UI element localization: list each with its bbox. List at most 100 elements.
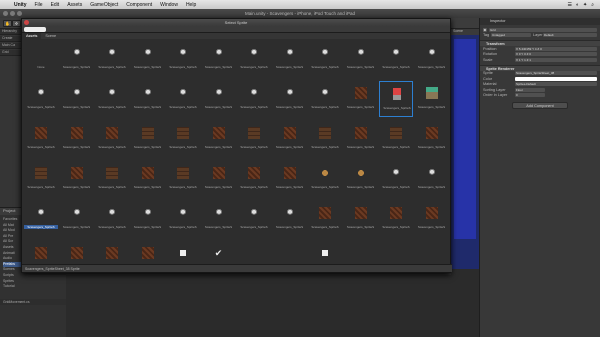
sprite-cell[interactable]: Scavengers_SpriteS [60, 81, 94, 117]
sprite-cell[interactable]: Scavengers_SpriteS [344, 41, 378, 77]
sprite-cell[interactable]: Scavengers_SpriteS [166, 121, 200, 157]
hierarchy-create[interactable]: Create [0, 36, 23, 42]
sprite-cell[interactable]: Scavengers_SpriteS [202, 121, 236, 157]
sprite-cell[interactable]: Scavengers_SpriteS [308, 81, 342, 117]
sprite-cell[interactable]: Scavengers_SpriteS [308, 161, 342, 197]
tab-scene[interactable]: Scene [41, 33, 60, 39]
sprite-cell[interactable]: Scavengers_SpriteS [379, 121, 413, 157]
sprite-cell[interactable]: Scavengers_SpriteS [60, 41, 94, 77]
sprite-cell[interactable]: Scavengers_SpriteS [273, 81, 307, 117]
sprite-cell[interactable]: Scavengers_SpriteS [237, 121, 271, 157]
sprite-cell[interactable]: Scavengers_SpriteS [24, 201, 58, 237]
tag-dropdown[interactable]: Untagged [491, 33, 531, 38]
close-icon[interactable] [24, 20, 29, 25]
sprite-cell[interactable]: Scavengers_SpriteS [95, 201, 129, 237]
sprite-cell[interactable]: Scavengers_SpriteS [308, 201, 342, 237]
status-icon-3[interactable]: ✦ [583, 2, 587, 8]
sprite-cell[interactable]: Scavengers_SpriteS [24, 161, 58, 197]
sprite-cell[interactable]: Scavengers_SpriteS [379, 41, 413, 77]
sprite-cell[interactable]: Scavengers_SpriteS [24, 121, 58, 157]
hand-tool-button[interactable]: ✋ [3, 20, 12, 27]
sprite-cell[interactable]: Scavengers_SpriteS [415, 41, 449, 77]
object-name-field[interactable]: Grid [489, 27, 597, 32]
sprite-cell[interactable]: Scavengers_SpriteS [415, 201, 449, 237]
sprite-cell[interactable]: Scavengers_SpriteS [131, 161, 165, 197]
sprite-cell[interactable]: Scavengers_SpriteS [131, 201, 165, 237]
sprite-cell[interactable]: Scavengers_SpriteS [415, 81, 449, 117]
sprite-field[interactable]: Scavengers_SpriteSheet_38 [515, 71, 597, 76]
sprite-cell[interactable]: Scavengers_SpriteS [95, 81, 129, 117]
sprite-cell[interactable]: Scavengers_SpriteS [273, 41, 307, 77]
search-input[interactable] [24, 27, 46, 32]
sprite-cell[interactable]: Scavengers_SpriteS [166, 81, 200, 117]
sprite-cell[interactable]: Scavengers_SpriteS [202, 81, 236, 117]
minimize-window-button[interactable] [10, 11, 15, 16]
sprite-cell[interactable]: Scavengers_SpriteS [273, 201, 307, 237]
sprite-cell[interactable]: Scavengers_SpriteS [202, 201, 236, 237]
tree-item[interactable]: Tutorial [3, 284, 66, 290]
rotation-field[interactable]: X 0 Y 0 Z 0 [515, 52, 597, 57]
move-tool-button[interactable]: ✥ [12, 20, 21, 27]
sprite-cell[interactable]: Scavengers_SpriteS [95, 41, 129, 77]
sprite-cell[interactable]: Scavengers_SpriteS [24, 81, 58, 117]
sprite-cell[interactable]: Scavengers_SpriteS [60, 121, 94, 157]
close-window-button[interactable] [3, 11, 8, 16]
layer-dropdown[interactable]: Default [543, 33, 597, 38]
sprite-cell[interactable]: Scavengers_SpriteS [95, 121, 129, 157]
sprite-cell[interactable]: Scavengers_SpriteS [308, 121, 342, 157]
status-icon-1[interactable]: ☰ [567, 2, 571, 8]
sprite-cell[interactable]: Scavengers_SpriteS [415, 121, 449, 157]
sprite-cell[interactable]: None [24, 41, 58, 77]
sprite-cell[interactable]: Scavengers_SpriteS [344, 121, 378, 157]
sorting-layer-dropdown[interactable]: Floor [515, 87, 545, 92]
sprite-cell[interactable]: Scavengers_SpriteS [273, 161, 307, 197]
sprite-cell[interactable]: Scavengers_SpriteS [344, 201, 378, 237]
menu-window[interactable]: Window [156, 2, 182, 8]
sprite-cell[interactable]: Scavengers_SpriteS [95, 161, 129, 197]
menu-file[interactable]: File [31, 2, 47, 8]
scene-tab[interactable]: Scene [451, 29, 479, 35]
hierarchy-item-grid[interactable]: Grid [0, 50, 23, 56]
hierarchy-tab[interactable]: Hierarchy [0, 29, 23, 35]
sprite-cell[interactable]: Scavengers_SpriteS [131, 81, 165, 117]
sprite-cell[interactable]: Scavengers_SpriteS [237, 41, 271, 77]
status-icon-2[interactable]: ◐ [576, 2, 579, 8]
color-swatch[interactable] [515, 76, 597, 81]
sprite-cell[interactable]: Scavengers_SpriteS [379, 201, 413, 237]
sprite-cell[interactable]: Scavengers_SpriteS [344, 81, 378, 117]
sprite-cell[interactable]: Scavengers_SpriteS [131, 121, 165, 157]
tab-assets[interactable]: Assets [22, 33, 42, 39]
sprite-cell[interactable]: Scavengers_SpriteS [237, 201, 271, 237]
material-field[interactable]: Sprites-Default [515, 82, 597, 87]
spotlight-icon[interactable]: ⌕ [591, 2, 594, 8]
sprite-cell[interactable]: Scavengers_SpriteS [237, 161, 271, 197]
sprite-cell[interactable]: Scavengers_SpriteS [379, 81, 413, 117]
menu-gameobject[interactable]: GameObject [86, 2, 122, 8]
scene-view[interactable]: Scene [451, 29, 479, 269]
menu-help[interactable]: Help [182, 2, 200, 8]
sprite-cell[interactable]: Scavengers_SpriteS [202, 41, 236, 77]
scene-canvas[interactable] [454, 39, 476, 239]
menu-component[interactable]: Component [122, 2, 156, 8]
scale-field[interactable]: X 1 Y 1 Z 1 [515, 57, 597, 62]
zoom-window-button[interactable] [17, 11, 22, 16]
sprite-cell[interactable]: Scavengers_SpriteS [166, 201, 200, 237]
sprite-cell[interactable]: Scavengers_SpriteS [60, 201, 94, 237]
sprite-cell[interactable]: Scavengers_SpriteS [379, 161, 413, 197]
sprite-cell[interactable]: Scavengers_SpriteS [415, 161, 449, 197]
menu-assets[interactable]: Assets [63, 2, 86, 8]
sprite-cell[interactable]: Scavengers_SpriteS [308, 41, 342, 77]
sprite-cell[interactable]: Scavengers_SpriteS [237, 81, 271, 117]
menu-edit[interactable]: Edit [47, 2, 64, 8]
sprite-cell[interactable]: Scavengers_SpriteS [202, 161, 236, 197]
sprite-cell[interactable]: Scavengers_SpriteS [344, 161, 378, 197]
inspector-tab[interactable]: Inspector [480, 18, 600, 25]
sprite-cell[interactable]: Scavengers_SpriteS [166, 41, 200, 77]
sprite-cell[interactable]: Scavengers_SpriteS [273, 121, 307, 157]
sprite-cell[interactable]: Scavengers_SpriteS [60, 161, 94, 197]
menu-app[interactable]: Unity [10, 2, 31, 8]
add-component-button[interactable]: Add Component [512, 102, 568, 109]
position-field[interactable]: X 5.440159 Y 4 Z 0 [515, 46, 597, 51]
order-field[interactable]: 0 [515, 93, 545, 98]
hierarchy-item-main-camera[interactable]: Main Ca [0, 43, 23, 49]
